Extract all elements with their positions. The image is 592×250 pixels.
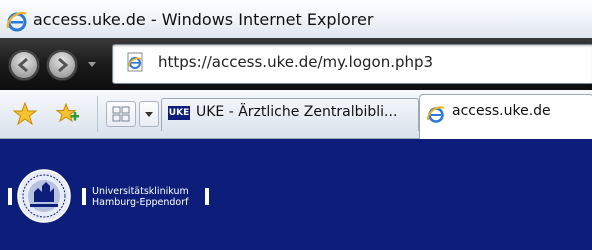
add-to-favorites-icon[interactable] xyxy=(55,101,81,127)
uke-favicon: UKE xyxy=(168,106,190,120)
tab-uke-library-label[interactable]: UKE - Ärztliche Zentralbibli... xyxy=(196,104,397,120)
ie-logo-icon xyxy=(6,11,27,32)
logo-text-line1: Universitätsklinikum xyxy=(92,186,189,197)
toolbar-separator xyxy=(97,96,98,132)
logo-text-line2: Hamburg-Eppendorf xyxy=(92,197,189,208)
ie-page-icon xyxy=(426,106,445,123)
page-content xyxy=(0,139,592,250)
back-button[interactable] xyxy=(8,49,40,81)
forward-arrow-icon xyxy=(58,57,69,73)
quick-tabs-icon xyxy=(112,106,130,122)
page-icon xyxy=(127,52,143,72)
university-seal-icon xyxy=(17,169,71,223)
window-title: access.uke.de - Windows Internet Explore… xyxy=(33,10,374,29)
tab-list-dropdown-icon xyxy=(145,112,153,117)
tab-access-uke-label[interactable]: access.uke.de xyxy=(452,103,551,119)
tab-list-button[interactable] xyxy=(139,101,159,127)
logo-divider xyxy=(8,188,12,205)
logo-divider xyxy=(82,188,86,205)
recent-pages-dropdown-icon[interactable] xyxy=(86,58,98,70)
quick-tabs-button[interactable] xyxy=(106,101,136,127)
favorites-star-icon[interactable] xyxy=(12,101,38,127)
forward-button[interactable] xyxy=(46,49,78,81)
logo-divider xyxy=(205,188,209,205)
address-url[interactable]: https://access.uke.de/my.logon.php3 xyxy=(158,53,433,71)
back-arrow-icon xyxy=(17,57,28,73)
